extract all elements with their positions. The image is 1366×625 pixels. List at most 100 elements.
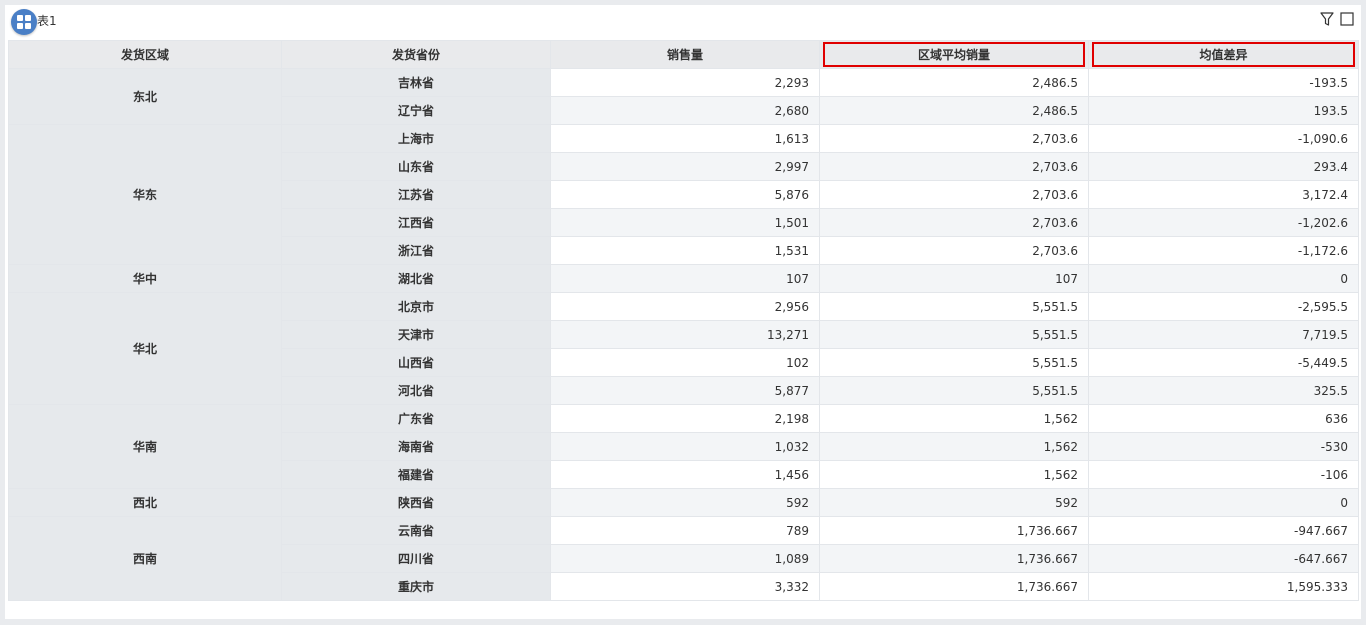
province-cell: 湖北省 xyxy=(281,264,551,293)
sales-cell: 102 xyxy=(550,348,820,377)
region-avg-cell: 592 xyxy=(819,488,1089,517)
province-cell: 河北省 xyxy=(281,376,551,405)
sales-cell: 5,876 xyxy=(550,180,820,209)
sales-cell: 107 xyxy=(550,264,820,293)
sales-cell: 2,956 xyxy=(550,292,820,321)
province-cell: 江苏省 xyxy=(281,180,551,209)
maximize-icon[interactable] xyxy=(1339,11,1355,27)
province-cell: 海南省 xyxy=(281,432,551,461)
avg-diff-cell: -530 xyxy=(1088,432,1359,461)
region-avg-cell: 1,736.667 xyxy=(819,516,1089,545)
sales-cell: 2,680 xyxy=(550,96,820,125)
avg-diff-cell: 193.5 xyxy=(1088,96,1359,125)
table-row: 华东 上海市 1,613 2,703.6 -1,090.6 xyxy=(8,124,1359,265)
avg-diff-cell: -947.667 xyxy=(1088,516,1359,545)
region-avg-cell: 1,562 xyxy=(819,432,1089,461)
region-avg-cell: 5,551.5 xyxy=(819,292,1089,321)
avg-diff-cell: 7,719.5 xyxy=(1088,320,1359,349)
sales-cell: 592 xyxy=(550,488,820,517)
avg-diff-cell: 0 xyxy=(1088,488,1359,517)
avg-diff-cell: -647.667 xyxy=(1088,544,1359,573)
sales-cell: 1,032 xyxy=(550,432,820,461)
province-cell: 四川省 xyxy=(281,544,551,573)
region-avg-cell: 5,551.5 xyxy=(819,320,1089,349)
sales-cell: 2,293 xyxy=(550,68,820,97)
province-cell: 吉林省 xyxy=(281,68,551,97)
avg-diff-cell: 0 xyxy=(1088,264,1359,293)
avg-diff-cell: -1,172.6 xyxy=(1088,236,1359,265)
region-avg-cell: 5,551.5 xyxy=(819,376,1089,405)
sales-cell: 1,501 xyxy=(550,208,820,237)
region-avg-cell: 1,562 xyxy=(819,404,1089,433)
province-cell: 辽宁省 xyxy=(281,96,551,125)
sales-cell: 789 xyxy=(550,516,820,545)
panel-title-bar: 表1 xyxy=(5,5,1361,39)
region-avg-cell: 2,486.5 xyxy=(819,68,1089,97)
grid-icon[interactable] xyxy=(11,9,37,35)
sales-cell: 2,997 xyxy=(550,152,820,181)
region-cell: 华南 xyxy=(8,404,282,489)
table-row: 西北 陕西省 592 592 0 xyxy=(8,488,1359,517)
sales-table: 发货区域 发货省份 销售量 区域平均销量 均值差异 东北 吉林省 2,293 2,48… xyxy=(8,40,1359,601)
region-avg-cell: 107 xyxy=(819,264,1089,293)
region-cell: 华北 xyxy=(8,292,282,405)
region-avg-cell: 2,703.6 xyxy=(819,124,1089,153)
province-cell: 天津市 xyxy=(281,320,551,349)
col-header-region[interactable]: 发货区域 xyxy=(8,40,282,69)
avg-diff-cell: -2,595.5 xyxy=(1088,292,1359,321)
table-row: 东北 吉林省 2,293 2,486.5 -193.5 xyxy=(8,68,1359,125)
province-cell: 云南省 xyxy=(281,516,551,545)
sales-cell: 1,613 xyxy=(550,124,820,153)
province-cell: 浙江省 xyxy=(281,236,551,265)
region-cell: 华东 xyxy=(8,124,282,265)
col-header-sales[interactable]: 销售量 xyxy=(550,40,820,69)
col-header-avg-diff[interactable]: 均值差异 xyxy=(1088,40,1359,69)
region-avg-cell: 1,736.667 xyxy=(819,572,1089,601)
province-cell: 江西省 xyxy=(281,208,551,237)
province-cell: 北京市 xyxy=(281,292,551,321)
avg-diff-cell: -193.5 xyxy=(1088,68,1359,97)
region-avg-cell: 2,703.6 xyxy=(819,236,1089,265)
table-row: 华南 广东省 2,198 1,562 636 xyxy=(8,404,1359,489)
panel-title: 表1 xyxy=(37,14,57,28)
region-avg-cell: 2,486.5 xyxy=(819,96,1089,125)
province-cell: 陕西省 xyxy=(281,488,551,517)
avg-diff-cell: 3,172.4 xyxy=(1088,180,1359,209)
col-header-region-avg[interactable]: 区域平均销量 xyxy=(819,40,1089,69)
region-cell: 华中 xyxy=(8,264,282,293)
col-header-province[interactable]: 发货省份 xyxy=(281,40,551,69)
sales-cell: 2,198 xyxy=(550,404,820,433)
avg-diff-cell: -5,449.5 xyxy=(1088,348,1359,377)
region-avg-cell: 1,736.667 xyxy=(819,544,1089,573)
header-row: 发货区域 发货省份 销售量 区域平均销量 均值差异 xyxy=(8,40,1359,69)
region-cell: 东北 xyxy=(8,68,282,125)
avg-diff-cell: -106 xyxy=(1088,460,1359,489)
sales-cell: 5,877 xyxy=(550,376,820,405)
province-cell: 重庆市 xyxy=(281,572,551,601)
region-avg-cell: 5,551.5 xyxy=(819,348,1089,377)
filter-icon[interactable] xyxy=(1319,11,1335,27)
region-avg-cell: 2,703.6 xyxy=(819,152,1089,181)
report-panel: 表1 发货区域 发货省份 销售量 区域平均销量 均值差异 东北 吉林省 2,29… xyxy=(5,5,1361,619)
region-avg-cell: 2,703.6 xyxy=(819,180,1089,209)
table-row: 西南 云南省 789 1,736.667 -947.667 xyxy=(8,516,1359,601)
province-cell: 福建省 xyxy=(281,460,551,489)
province-cell: 广东省 xyxy=(281,404,551,433)
province-cell: 山西省 xyxy=(281,348,551,377)
province-cell: 山东省 xyxy=(281,152,551,181)
avg-diff-cell: 636 xyxy=(1088,404,1359,433)
sales-cell: 13,271 xyxy=(550,320,820,349)
avg-diff-cell: 293.4 xyxy=(1088,152,1359,181)
sales-cell: 1,456 xyxy=(550,460,820,489)
avg-diff-cell: 325.5 xyxy=(1088,376,1359,405)
table-body: 东北 吉林省 2,293 2,486.5 -193.5 辽宁省 2,680 2,486.5 19… xyxy=(8,68,1359,601)
region-cell: 西北 xyxy=(8,488,282,517)
sales-cell: 1,531 xyxy=(550,236,820,265)
region-avg-cell: 1,562 xyxy=(819,460,1089,489)
table-row: 华北 北京市 2,956 5,551.5 -2,595.5 xyxy=(8,292,1359,405)
sales-cell: 3,332 xyxy=(550,572,820,601)
avg-diff-cell: 1,595.333 xyxy=(1088,572,1359,601)
avg-diff-cell: -1,090.6 xyxy=(1088,124,1359,153)
region-cell: 西南 xyxy=(8,516,282,601)
province-cell: 上海市 xyxy=(281,124,551,153)
